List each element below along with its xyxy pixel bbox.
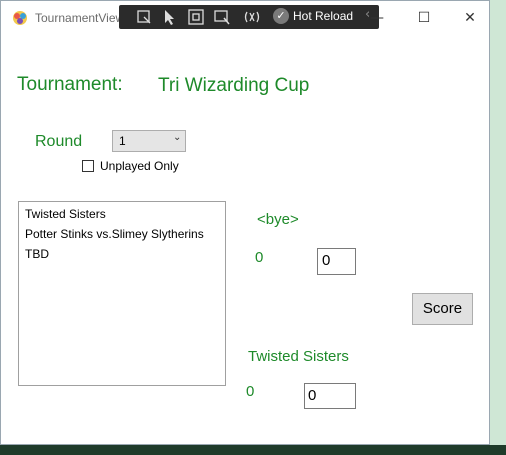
- select-element-icon[interactable]: [135, 8, 153, 26]
- list-item[interactable]: Twisted Sisters: [25, 207, 106, 221]
- team-one-score-label: 0: [255, 249, 264, 266]
- binding-failures-icon[interactable]: [243, 8, 261, 26]
- list-item[interactable]: TBD: [25, 247, 49, 261]
- tournament-name: Tri Wizarding Cup: [158, 75, 310, 96]
- team-two-name: Twisted Sisters: [248, 348, 349, 365]
- tournament-label: Tournament:: [17, 74, 123, 95]
- unplayed-only-checkbox[interactable]: [82, 160, 94, 172]
- round-dropdown[interactable]: 1 ⌄: [112, 130, 186, 152]
- team-two-score-label: 0: [246, 383, 255, 400]
- team-two-score-input[interactable]: 0: [304, 383, 356, 409]
- team-one-name: <bye>: [257, 211, 299, 228]
- matchup-listbox[interactable]: Twisted Sisters Potter Stinks vs.Slimey …: [18, 201, 226, 386]
- hot-reload-check-icon: ✓: [273, 8, 289, 24]
- score-button[interactable]: Score: [412, 293, 473, 325]
- display-layout-adorners-icon[interactable]: [187, 8, 205, 26]
- hot-reload-toolbar: ✓ Hot Reload ‹: [119, 5, 379, 29]
- minimize-button[interactable]: —: [367, 9, 387, 27]
- round-dropdown-value: 1: [119, 134, 126, 148]
- app-icon: [13, 11, 27, 25]
- chevron-down-icon: ⌄: [173, 132, 182, 143]
- maximize-button[interactable]: ☐: [414, 9, 434, 27]
- round-label: Round: [35, 133, 83, 150]
- title-bar[interactable]: TournamentViewer ✓ Hot Reload ‹ — ☐ ✕: [1, 1, 489, 35]
- hot-reload-label[interactable]: Hot Reload: [293, 9, 353, 23]
- background-desktop-bottom: [0, 445, 506, 455]
- track-focused-element-icon[interactable]: [213, 8, 231, 26]
- list-item[interactable]: Potter Stinks vs.Slimey Slytherins: [25, 227, 204, 241]
- unplayed-only-label[interactable]: Unplayed Only: [100, 159, 179, 173]
- team-one-score-input[interactable]: 0: [317, 248, 356, 275]
- cursor-icon[interactable]: [161, 8, 179, 26]
- close-button[interactable]: ✕: [460, 9, 480, 27]
- background-desktop-right: [490, 0, 506, 455]
- tournament-viewer-window: TournamentViewer ✓ Hot Reload ‹ — ☐ ✕ To…: [0, 0, 490, 445]
